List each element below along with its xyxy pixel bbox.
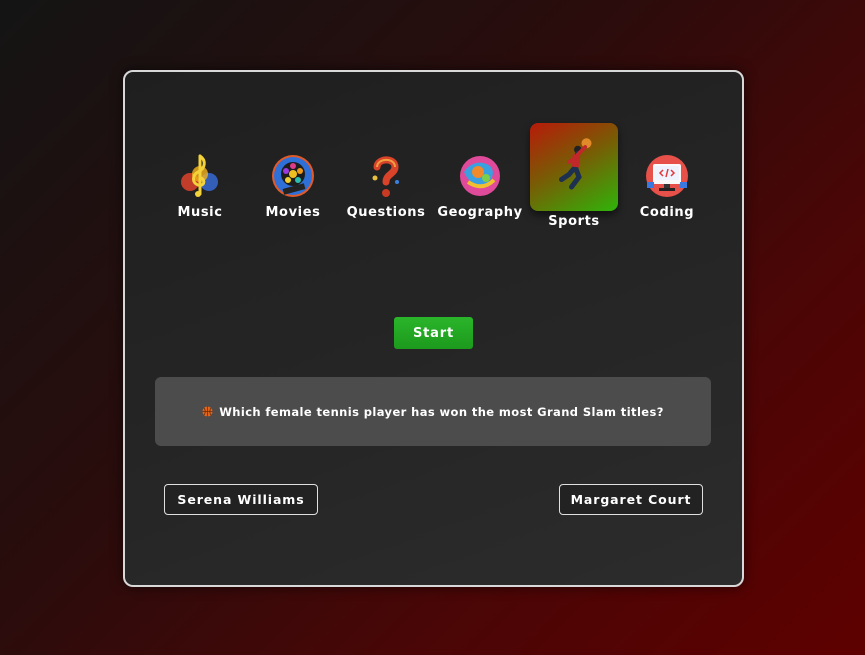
question-mark-icon (372, 156, 399, 197)
answer-button-1[interactable]: Serena Williams (164, 484, 318, 515)
film-reel-icon (272, 155, 314, 197)
sports-tile (530, 123, 618, 211)
quiz-card: Music Movies Questions Geography Sports … (123, 70, 744, 587)
computer-icon (646, 155, 688, 197)
category-label: Geography (437, 205, 523, 220)
category-movies[interactable]: Movies (247, 152, 339, 220)
start-button[interactable]: Start (394, 317, 473, 349)
question-box: Which female tennis player has won the m… (155, 377, 711, 446)
category-geography[interactable]: Geography (434, 152, 526, 220)
category-music[interactable]: Music (154, 152, 246, 220)
category-label: Sports (548, 214, 600, 229)
category-label: Coding (639, 205, 695, 220)
music-note-icon (181, 154, 218, 197)
category-label: Music (177, 205, 223, 220)
category-label: Questions (346, 205, 426, 220)
category-sports[interactable]: Sports (528, 123, 620, 229)
question-text: Which female tennis player has won the m… (219, 404, 664, 419)
answer-button-2[interactable]: Margaret Court (559, 484, 703, 515)
basketball-player-icon (559, 138, 592, 190)
category-label: Movies (265, 205, 321, 220)
globe-icon (460, 156, 500, 196)
category-questions[interactable]: Questions (340, 152, 432, 220)
category-coding[interactable]: Coding (621, 152, 713, 220)
basketball-icon (202, 406, 213, 417)
